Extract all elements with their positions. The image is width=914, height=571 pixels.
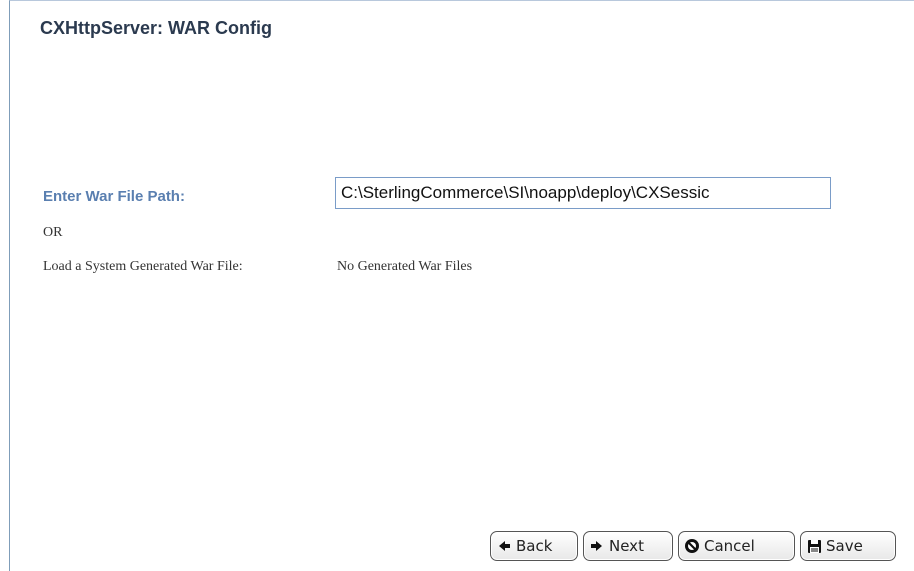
- wizard-button-bar: Back Next Cancel Save: [490, 531, 896, 563]
- floppy-disk-icon: [806, 538, 822, 554]
- or-separator-text: OR: [43, 225, 63, 240]
- page-title: CXHttpServer: WAR Config: [40, 18, 273, 38]
- cancel-button-label: Cancel: [704, 537, 755, 555]
- back-button-label: Back: [516, 537, 553, 555]
- next-button-label: Next: [609, 537, 644, 555]
- cancel-button[interactable]: Cancel: [678, 531, 795, 561]
- cancel-icon: [684, 538, 700, 554]
- save-button-label: Save: [826, 537, 863, 555]
- back-button[interactable]: Back: [490, 531, 578, 561]
- next-button[interactable]: Next: [583, 531, 673, 561]
- generated-war-files-value: No Generated War Files: [337, 259, 473, 274]
- load-generated-war-label: Load a System Generated War File:: [43, 259, 243, 274]
- war-file-path-label: Enter War File Path:: [43, 188, 185, 205]
- chevron-right-icon: [589, 538, 605, 554]
- chevron-left-icon: [496, 538, 512, 554]
- save-button[interactable]: Save: [800, 531, 896, 561]
- config-panel: CXHttpServer: WAR Config Enter War File …: [9, 0, 914, 571]
- war-file-path-input[interactable]: [335, 177, 831, 209]
